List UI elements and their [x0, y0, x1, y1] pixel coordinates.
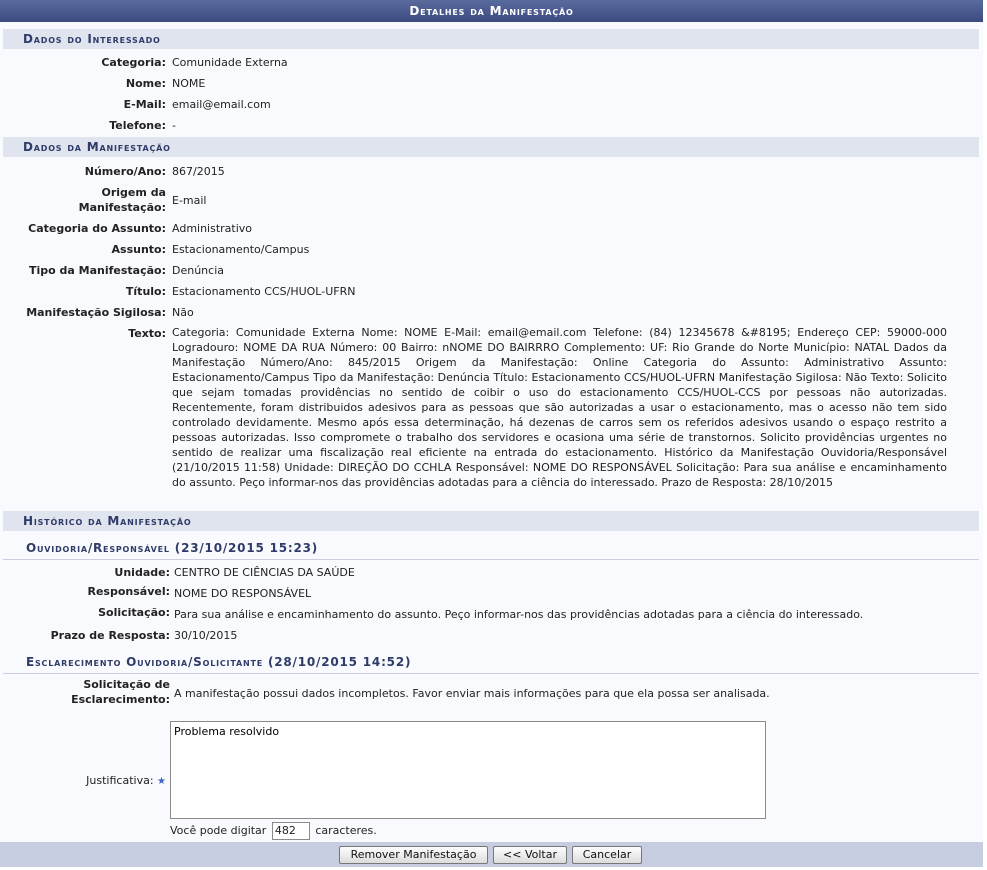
unidade-label: Unidade:: [114, 566, 170, 579]
sigilosa-label: Manifestação Sigilosa:: [26, 306, 166, 319]
responsavel-label: Responsável:: [87, 585, 170, 598]
prazo-label: Prazo de Resposta:: [50, 629, 170, 642]
solic-esclarecimento-label-line2: Esclarecimento:: [71, 693, 170, 706]
section-historico: Histórico da Manifestação: [3, 511, 979, 531]
telefone-label: Telefone:: [109, 119, 166, 132]
required-star-icon: ★: [157, 776, 166, 787]
tipo-value: Denúncia: [172, 264, 224, 277]
prazo-value: 30/10/2015: [174, 629, 238, 642]
nome-value: NOME: [172, 77, 206, 90]
responsavel-value: NOME DO RESPONSÁVEL: [174, 587, 312, 600]
solic-esclarecimento-value: A manifestação possui dados incompletos.…: [174, 687, 770, 700]
section-heading: Dados do Interessado: [23, 32, 161, 46]
assunto-label: Assunto:: [111, 243, 166, 256]
numero-value: 867/2015: [172, 165, 225, 178]
email-value: email@email.com: [172, 98, 271, 111]
nome-label: Nome:: [125, 77, 166, 90]
texto-label: Texto:: [128, 327, 166, 340]
categoria-label: Categoria:: [101, 56, 166, 69]
solicitacao-value: Para sua análise e encaminhamento do ass…: [174, 608, 864, 621]
counter-suffix: caracteres.: [315, 824, 377, 837]
telefone-value: -: [172, 119, 176, 132]
origem-label-line2: Manifestação:: [78, 201, 166, 214]
button-bar: Remover Manifestação << Voltar Cancelar: [0, 842, 983, 867]
char-counter: Você pode digitar 482 caracteres.: [170, 822, 377, 840]
section-dados-manifestacao: Dados da Manifestação: [3, 137, 979, 157]
details-panel: Detalhes da Manifestação Dados do Intere…: [0, 0, 983, 867]
section-heading: Histórico da Manifestação: [23, 514, 192, 528]
categoria-assunto-label: Categoria do Assunto:: [28, 222, 166, 235]
categoria-assunto-value: Administrativo: [172, 222, 253, 235]
section-dados-interessado: Dados do Interessado: [3, 29, 979, 49]
solicitacao-label: Solicitação:: [98, 606, 170, 619]
subsection-ouvidoria-responsavel: Ouvidoria/Responsável (23/10/2015 15:23): [3, 541, 979, 560]
counter-prefix: Você pode digitar: [170, 824, 267, 837]
titulo-value: Estacionamento CCS/HUOL-UFRN: [172, 285, 356, 298]
justificativa-label: Justificativa:: [86, 774, 154, 787]
solic-esclarecimento-label-line1: Solicitação de: [83, 678, 170, 691]
justificativa-textarea[interactable]: Problema resolvido: [170, 721, 766, 819]
assunto-value: Estacionamento/Campus: [172, 243, 310, 256]
origem-value: E-mail: [172, 194, 207, 207]
origem-label-line1: Origem da: [101, 186, 166, 199]
texto-value: Categoria: Comunidade Externa Nome: NOME…: [172, 326, 947, 489]
titulo-label: Título:: [125, 285, 166, 298]
email-label: E-Mail:: [123, 98, 166, 111]
justificativa-label-row: Justificativa: ★: [0, 774, 166, 787]
tipo-label: Tipo da Manifestação:: [28, 264, 166, 277]
sigilosa-value: Não: [172, 306, 194, 319]
categoria-value: Comunidade Externa: [172, 56, 288, 69]
remover-manifestacao-button[interactable]: Remover Manifestação: [339, 846, 488, 864]
section-heading: Dados da Manifestação: [23, 140, 171, 154]
subsection-heading: Ouvidoria/Responsável (23/10/2015 15:23): [26, 541, 319, 555]
voltar-button[interactable]: << Voltar: [493, 846, 567, 864]
subsection-heading: Esclarecimento Ouvidoria/Solicitante (28…: [26, 655, 412, 669]
unidade-value: CENTRO DE CIÊNCIAS DA SAÚDE: [174, 566, 355, 579]
counter-value: 482: [271, 822, 310, 840]
cancelar-button[interactable]: Cancelar: [572, 846, 642, 864]
numero-label: Número/Ano:: [84, 165, 166, 178]
subsection-esclarecimento: Esclarecimento Ouvidoria/Solicitante (28…: [3, 655, 979, 674]
panel-title: Detalhes da Manifestação: [0, 0, 983, 22]
